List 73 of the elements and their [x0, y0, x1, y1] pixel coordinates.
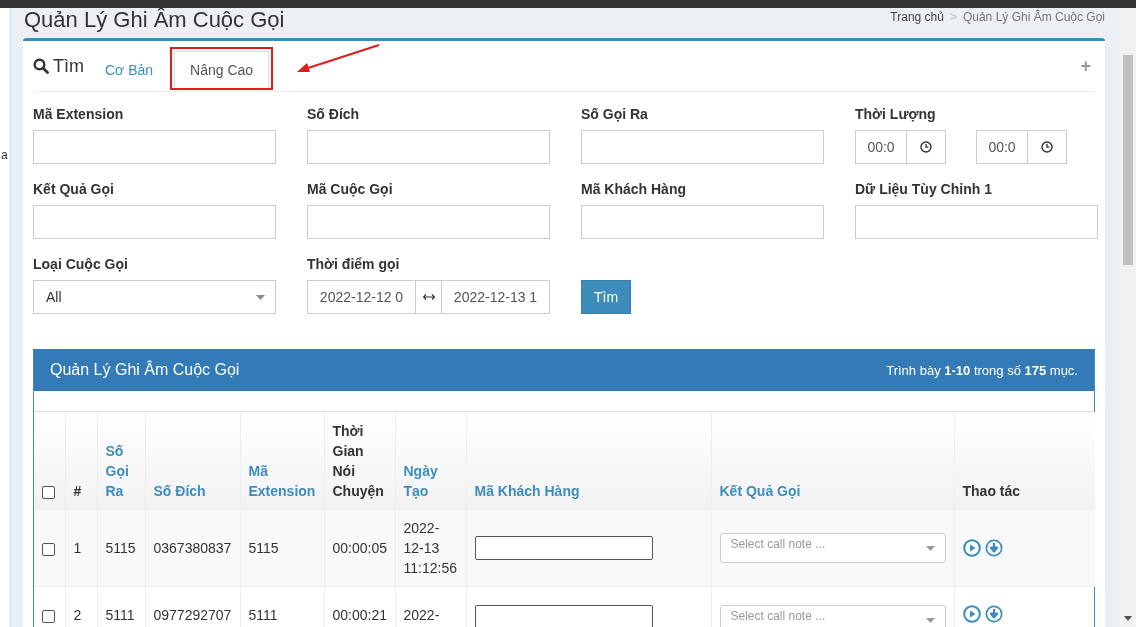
field-label: Dữ Liệu Tùy Chỉnh 1 — [855, 181, 992, 197]
scrollbar[interactable] — [1120, 8, 1136, 627]
column-header: Thời Gian Nói Chuyện — [332, 422, 385, 501]
sidebar-text: a — [1, 148, 8, 162]
clock-button[interactable] — [907, 130, 946, 164]
table-title: Quản Lý Ghi Âm Cuộc Gọi — [50, 361, 240, 379]
table-cell: 5115 — [248, 540, 279, 556]
clock-icon — [920, 141, 932, 153]
search-title: Tìm — [53, 55, 84, 77]
download-icon[interactable] — [984, 539, 1003, 557]
table-cell: 5111 — [248, 607, 278, 623]
input-field[interactable] — [307, 205, 550, 239]
field-label: Loại Cuộc Gọi — [33, 256, 128, 272]
field-label: Mã Cuộc Gọi — [307, 181, 393, 197]
breadcrumb-separator: > — [949, 10, 957, 24]
field-label: Thời điểm gọi — [307, 256, 400, 272]
table-cell: 1 — [73, 540, 82, 556]
table-cell: 2022-12-13 11:12:56 — [403, 520, 457, 576]
column-header[interactable]: Mã Khách Hàng — [474, 481, 703, 501]
customer-code-field[interactable] — [474, 536, 653, 560]
input-field[interactable] — [33, 130, 276, 164]
row-checkbox[interactable] — [42, 542, 55, 556]
breadcrumb-item[interactable]: Trang chủ — [890, 10, 944, 24]
date-field[interactable]: 2022-12-13 1 — [441, 280, 550, 314]
field-label: Mã Khách Hàng — [581, 181, 686, 197]
dropdown-field[interactable]: All — [33, 280, 276, 314]
play-icon[interactable] — [962, 539, 981, 557]
input-field[interactable] — [581, 205, 824, 239]
column-header: # — [73, 482, 83, 501]
input-field[interactable] — [33, 205, 276, 239]
customer-code-field[interactable] — [474, 605, 653, 627]
date-field[interactable]: 2022-12-12 0 — [307, 280, 416, 314]
field-label: Thời Lượng — [855, 106, 936, 122]
table-cell: 2 — [73, 607, 82, 623]
record-summary: Trình bày 1-10 trong số 175 mục. — [886, 362, 1078, 378]
expand-button[interactable]: + — [1076, 55, 1095, 77]
caret-icon — [256, 294, 265, 300]
caret-icon — [925, 545, 935, 551]
row-checkbox[interactable] — [42, 609, 55, 623]
scroll-down-icon[interactable] — [1124, 616, 1132, 621]
table-cell: 0977292707 — [153, 607, 232, 623]
table-cell: 5111 — [105, 607, 135, 623]
clock-button[interactable] — [1028, 130, 1067, 164]
input-field[interactable] — [307, 130, 550, 164]
table-cell: 00:00:21 — [332, 607, 387, 623]
table-cell: 5115 — [105, 540, 136, 556]
table-cell: 00:00:05 — [332, 540, 387, 556]
caret-icon — [925, 617, 935, 623]
play-icon[interactable] — [962, 605, 981, 623]
table-cell: 0367380837 — [153, 540, 232, 556]
search-icon — [33, 58, 49, 74]
field-label: Số Gọi Ra — [581, 106, 648, 122]
call-note-dropdown[interactable]: Select call note ... — [719, 533, 946, 563]
field-label: Mã Extension — [33, 106, 124, 122]
scrollbar-thumb[interactable] — [1123, 55, 1133, 265]
column-header[interactable]: Số Đích — [153, 481, 232, 501]
double-arrow-icon — [422, 293, 435, 301]
call-note-dropdown[interactable]: Select call note ... — [719, 605, 946, 627]
page-title: Quản Lý Ghi Âm Cuộc Gọi — [23, 8, 285, 32]
input-field[interactable] — [581, 130, 824, 164]
download-icon[interactable] — [984, 605, 1003, 623]
table-cell: 2022- — [403, 607, 440, 623]
search-button[interactable]: Tìm — [581, 280, 631, 314]
breadcrumb-item: Quản Lý Ghi Âm Cuộc Gọi — [962, 10, 1105, 24]
column-header[interactable]: Kết Quả Gọi — [719, 481, 946, 501]
time-field[interactable]: 00:0 — [855, 130, 907, 164]
clock-icon — [1041, 141, 1053, 153]
column-header: Thao tác — [962, 482, 1022, 501]
select-all-checkbox[interactable] — [42, 485, 55, 499]
time-field[interactable]: 00:0 — [976, 130, 1028, 164]
field-label: Kết Quả Gọi — [33, 181, 114, 197]
input-field[interactable] — [855, 205, 1098, 239]
field-label: Số Đích — [307, 106, 360, 122]
